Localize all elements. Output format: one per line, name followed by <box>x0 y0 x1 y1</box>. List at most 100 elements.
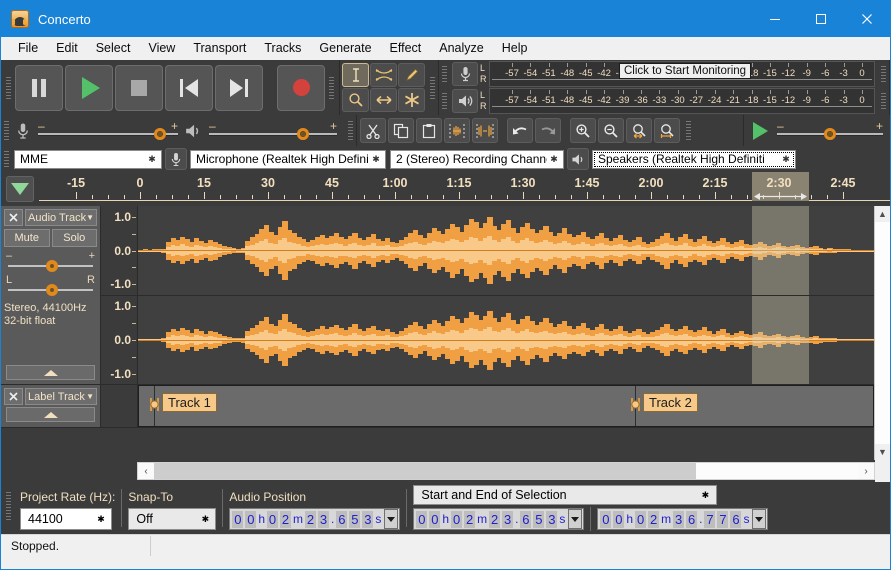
close-label-track-button[interactable] <box>4 388 23 405</box>
maximize-button[interactable] <box>798 1 844 37</box>
label-track-body[interactable]: Track 1 Track 2 <box>138 385 874 427</box>
horizontal-scroll-thumb[interactable] <box>154 463 696 479</box>
waveform-left-channel[interactable] <box>138 206 874 295</box>
play-speed-knob[interactable] <box>824 128 836 140</box>
time-digit[interactable]: 2 <box>305 511 316 528</box>
close-track-button[interactable] <box>4 209 23 226</box>
playback-volume-knob[interactable] <box>297 128 309 140</box>
time-digit[interactable]: 0 <box>451 511 462 528</box>
time-digit[interactable]: 7 <box>717 511 728 528</box>
time-digit[interactable]: 3 <box>502 511 513 528</box>
paste-button[interactable] <box>416 118 442 143</box>
menu-select[interactable]: Select <box>87 39 140 57</box>
scroll-right-button[interactable]: › <box>858 466 874 477</box>
menu-effect[interactable]: Effect <box>381 39 431 57</box>
time-digit[interactable]: 7 <box>704 511 715 528</box>
time-digit[interactable]: 2 <box>489 511 500 528</box>
undo-button[interactable] <box>507 118 533 143</box>
solo-button[interactable]: Solo <box>52 229 98 247</box>
menu-file[interactable]: File <box>9 39 47 57</box>
envelope-tool[interactable] <box>370 63 397 87</box>
vertical-scroll-trough[interactable] <box>875 222 890 444</box>
recording-meter-button[interactable] <box>452 62 478 86</box>
collapse-track-button[interactable] <box>6 365 95 380</box>
selection-start-field[interactable]: 00h02m23.653s <box>413 508 584 530</box>
playback-volume-slider[interactable]: – + <box>209 120 337 142</box>
menu-transport[interactable]: Transport <box>184 39 255 57</box>
time-digit[interactable]: 3 <box>318 511 329 528</box>
time-shift-tool[interactable] <box>370 88 397 112</box>
track-label-chip[interactable]: Track 2 <box>643 393 698 412</box>
snap-to-select[interactable]: Off ✱ <box>128 508 216 530</box>
play-speed-slider[interactable]: – + <box>777 120 883 142</box>
menu-edit[interactable]: Edit <box>47 39 87 57</box>
recording-meter-grip-right[interactable] <box>878 62 889 86</box>
scroll-left-button[interactable]: ‹ <box>138 466 154 477</box>
transport-toolbar-grip[interactable] <box>3 64 14 111</box>
recording-volume-knob[interactable] <box>154 128 166 140</box>
time-digit[interactable]: 3 <box>546 511 557 528</box>
time-spinner[interactable] <box>568 509 582 529</box>
time-digit[interactable]: 6 <box>686 511 697 528</box>
scroll-up-button[interactable]: ▲ <box>875 206 890 222</box>
redo-button[interactable] <box>535 118 561 143</box>
track-label-chip[interactable]: Track 1 <box>162 393 217 412</box>
gain-slider[interactable]: – + <box>4 251 97 271</box>
draw-tool[interactable] <box>398 63 425 87</box>
close-button[interactable] <box>844 1 890 37</box>
playback-device-select[interactable]: Speakers (Realtek High Definiti ✱ <box>592 150 796 169</box>
audio-host-select[interactable]: MME ✱ <box>14 150 162 169</box>
fit-project-button[interactable] <box>654 118 680 143</box>
time-digit[interactable]: 2 <box>280 511 291 528</box>
play-at-speed-button[interactable] <box>747 118 773 143</box>
trim-audio-button[interactable] <box>444 118 470 143</box>
gain-knob[interactable] <box>46 260 58 272</box>
selection-toolbar-grip[interactable] <box>3 482 14 530</box>
cut-button[interactable] <box>360 118 386 143</box>
playback-meter-button[interactable] <box>452 89 478 113</box>
timeline-ruler[interactable]: -1501530451:001:151:301:452:002:152:302:… <box>39 172 890 206</box>
tools-toolbar-grip[interactable] <box>427 60 438 115</box>
audio-position-field[interactable]: 00h02m23.653s <box>229 508 400 530</box>
menu-tracks[interactable]: Tracks <box>255 39 310 57</box>
skip-to-end-button[interactable] <box>215 65 263 111</box>
fit-selection-button[interactable] <box>626 118 652 143</box>
waveform-selection-region[interactable] <box>752 206 809 295</box>
time-digit[interactable]: 0 <box>429 511 440 528</box>
time-digit[interactable]: 6 <box>520 511 531 528</box>
empty-track-space[interactable] <box>1 428 874 460</box>
waveform-selection-region[interactable] <box>752 296 809 385</box>
time-digit[interactable]: 0 <box>232 511 243 528</box>
pause-button[interactable] <box>15 65 63 111</box>
mute-button[interactable]: Mute <box>4 229 50 247</box>
stop-button[interactable] <box>115 65 163 111</box>
pan-slider[interactable]: L R <box>4 275 97 295</box>
playback-meter-face[interactable]: -57-54-51-48-45-42-39-36-33-30-27-24-21-… <box>489 88 875 114</box>
label-handle-icon[interactable] <box>629 397 642 412</box>
record-button[interactable] <box>277 65 325 111</box>
menu-generate[interactable]: Generate <box>310 39 380 57</box>
time-digit[interactable]: 5 <box>533 511 544 528</box>
time-digit[interactable]: 0 <box>245 511 256 528</box>
zoom-in-button[interactable] <box>570 118 596 143</box>
time-digit[interactable]: 0 <box>267 511 278 528</box>
time-digit[interactable]: 5 <box>349 511 360 528</box>
pan-knob[interactable] <box>46 284 58 296</box>
transport-toolbar-grip-right[interactable] <box>326 64 337 111</box>
playback-meter-grip[interactable] <box>439 89 450 113</box>
scroll-down-button[interactable]: ▼ <box>875 444 890 460</box>
play-button[interactable] <box>65 65 113 111</box>
silence-audio-button[interactable] <box>472 118 498 143</box>
mixer-toolbar-grip[interactable] <box>1 115 12 146</box>
minimize-button[interactable] <box>752 1 798 37</box>
label-track-name-dropdown[interactable]: Label Track ▼ <box>25 388 97 405</box>
label-handle-icon[interactable] <box>148 397 161 412</box>
project-rate-select[interactable]: 44100 ✱ <box>20 508 112 530</box>
track-name-dropdown[interactable]: Audio Track ▼ <box>25 209 97 226</box>
time-digit[interactable]: 0 <box>613 511 624 528</box>
recording-meter-grip[interactable] <box>439 62 450 86</box>
time-spinner[interactable] <box>384 509 398 529</box>
menu-help[interactable]: Help <box>493 39 537 57</box>
recording-volume-slider[interactable]: – + <box>38 120 178 142</box>
selection-mode-select[interactable]: Start and End of Selection ✱ <box>413 485 717 505</box>
